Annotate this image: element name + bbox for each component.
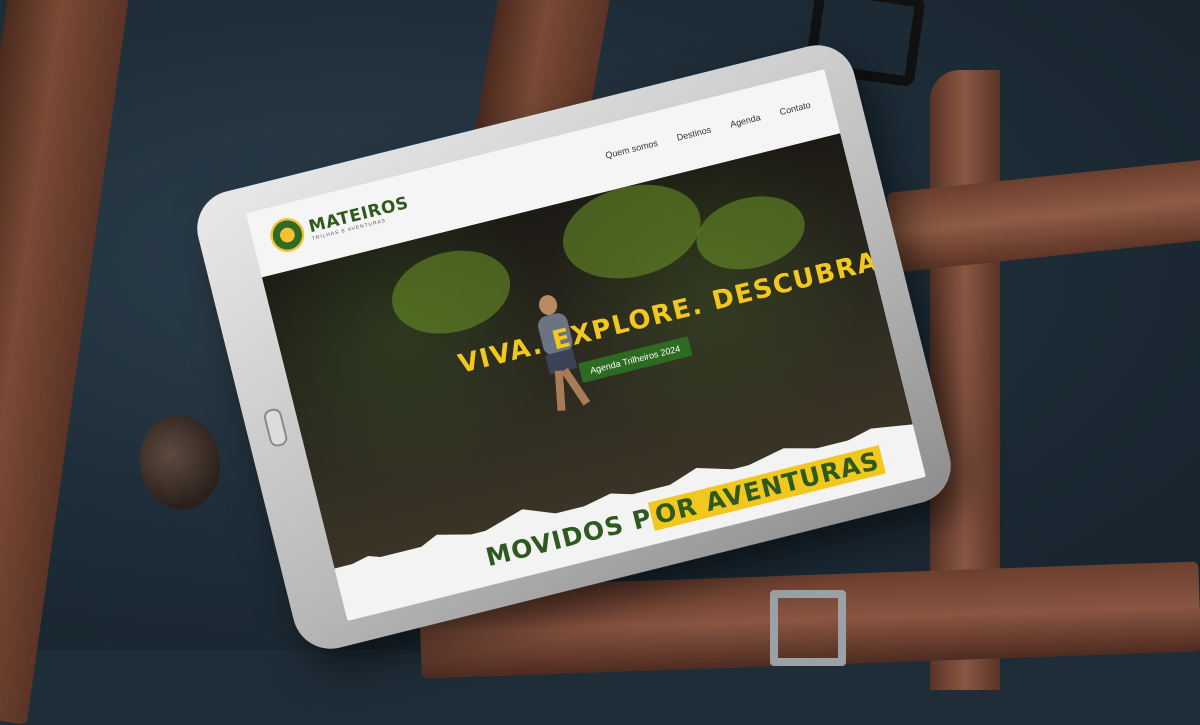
tablet-home-button bbox=[262, 406, 289, 449]
nav-item-contato[interactable]: Contato bbox=[779, 100, 812, 117]
nav-item-agenda[interactable]: Agenda bbox=[729, 112, 762, 129]
nav-item-destinos[interactable]: Destinos bbox=[676, 125, 712, 143]
tablet-device: MATEIROS TRILHAS E AVENTURAS Quem somos … bbox=[189, 37, 959, 657]
tablet-scene: MATEIROS TRILHAS E AVENTURAS Quem somos … bbox=[0, 0, 1200, 657]
logo-text: MATEIROS TRILHAS E AVENTURAS bbox=[307, 193, 412, 242]
nav-item-quem-somos[interactable]: Quem somos bbox=[604, 138, 658, 161]
compass-logo-icon bbox=[266, 214, 309, 256]
foliage bbox=[383, 238, 519, 346]
tablet-screen: MATEIROS TRILHAS E AVENTURAS Quem somos … bbox=[245, 69, 926, 621]
